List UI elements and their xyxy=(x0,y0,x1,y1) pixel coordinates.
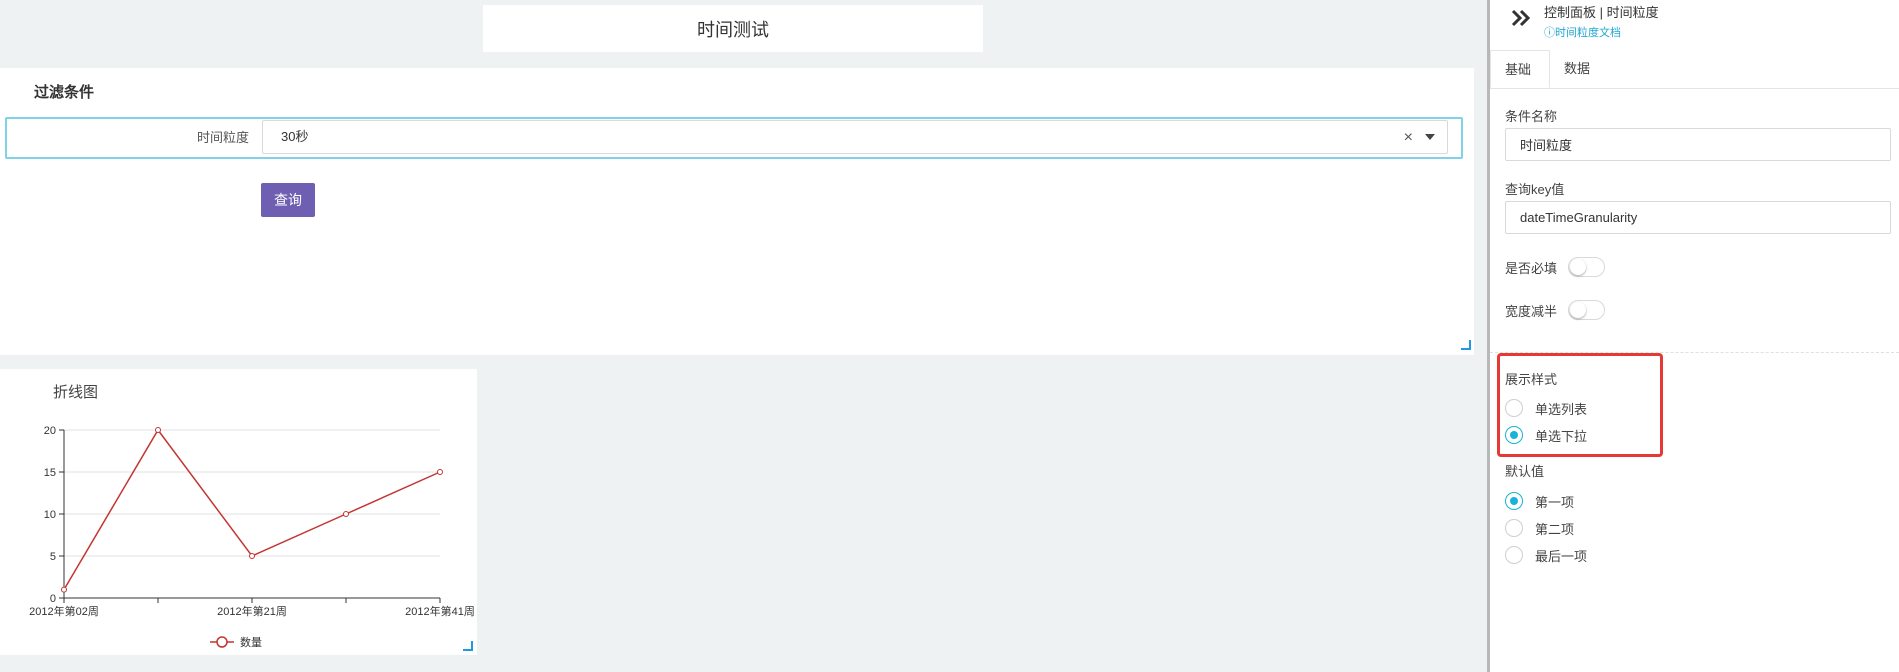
switch-knob xyxy=(1570,259,1586,275)
default-option-last[interactable]: 最后一项 xyxy=(1505,545,1587,565)
radio-checked-icon[interactable] xyxy=(1505,426,1523,444)
double-chevron-right-icon[interactable] xyxy=(1510,8,1532,28)
select-value: 30秒 xyxy=(281,129,309,144)
condition-name-input[interactable] xyxy=(1505,128,1891,161)
sidebar-title: 控制面板 | 时间粒度 xyxy=(1544,5,1659,20)
data-point xyxy=(437,469,443,475)
time-granularity-select[interactable]: 30秒 × xyxy=(262,120,1448,154)
caret-down-icon[interactable] xyxy=(1425,134,1435,140)
radio-label: 第一项 xyxy=(1535,494,1575,510)
series-line xyxy=(63,428,441,590)
data-point xyxy=(249,553,255,559)
canvas-area: 时间测试 过滤条件 时间粒度 30秒 × 查询 折线图 0 5 10 15 20 2012… xyxy=(0,0,1487,672)
resize-handle-icon[interactable] xyxy=(1461,340,1471,350)
radio-unchecked-icon[interactable] xyxy=(1505,399,1523,417)
y-tick-label: 0 xyxy=(50,593,56,605)
data-point xyxy=(343,511,349,517)
doc-link[interactable]: ⓘ时间粒度文档 xyxy=(1544,24,1621,40)
query-key-input[interactable] xyxy=(1505,201,1891,234)
sidebar-tabs: 基础 数据 xyxy=(1490,50,1899,89)
y-tick-label: 15 xyxy=(44,467,56,479)
filter-title: 过滤条件 xyxy=(34,84,95,101)
display-option-single-list[interactable]: 单选列表 xyxy=(1505,398,1587,418)
y-tick-label: 5 xyxy=(50,551,56,563)
tab-data[interactable]: 数据 xyxy=(1550,50,1604,88)
switch-knob xyxy=(1570,302,1586,318)
radio-checked-icon[interactable] xyxy=(1505,492,1523,510)
radio-label: 第二项 xyxy=(1535,521,1575,537)
radio-label: 单选下拉 xyxy=(1535,428,1588,444)
default-value-label: 默认值 xyxy=(1505,464,1545,479)
legend-label: 数量 xyxy=(240,636,262,649)
x-tick-label: 2012年第41周 xyxy=(405,604,475,618)
line-chart-panel[interactable]: 折线图 0 5 10 15 20 2012年第02周 2012年第21周 2012年第41周数… xyxy=(0,369,477,655)
clear-icon[interactable]: × xyxy=(1404,121,1413,155)
default-option-first[interactable]: 第一项 xyxy=(1505,491,1574,511)
filter-label: 时间粒度 xyxy=(196,130,249,145)
radio-unchecked-icon[interactable] xyxy=(1505,519,1523,537)
default-option-second[interactable]: 第二项 xyxy=(1505,518,1574,538)
line-chart: 0 5 10 15 20 2012年第02周 2012年第21周 2012年第41周数量 xyxy=(29,425,475,649)
y-tick-label: 10 xyxy=(44,509,56,521)
radio-label: 最后一项 xyxy=(1535,548,1588,564)
display-style-label: 展示样式 xyxy=(1505,372,1558,387)
data-point xyxy=(155,427,161,433)
condition-name-label: 条件名称 xyxy=(1505,109,1558,124)
legend-marker xyxy=(216,636,228,648)
page-title: 时间测试 xyxy=(697,19,769,40)
filter-row-time-granularity[interactable]: 时间粒度 30秒 × xyxy=(5,117,1463,159)
control-panel-sidebar: 控制面板 | 时间粒度 ⓘ时间粒度文档 基础 数据 条件名称 查询key值 是否… xyxy=(1490,0,1899,672)
half-width-label: 宽度减半 xyxy=(1505,304,1558,319)
query-key-label: 查询key值 xyxy=(1505,182,1565,197)
radio-label: 单选列表 xyxy=(1535,401,1588,417)
x-tick-label: 2012年第02周 xyxy=(29,604,99,618)
resize-handle-icon[interactable] xyxy=(463,641,473,651)
required-switch[interactable] xyxy=(1568,257,1605,277)
query-button[interactable]: 查询 xyxy=(261,183,315,217)
x-tick-label: 2012年第21周 xyxy=(217,604,287,618)
radio-unchecked-icon[interactable] xyxy=(1505,546,1523,564)
display-option-single-dropdown[interactable]: 单选下拉 xyxy=(1505,425,1587,445)
data-point xyxy=(61,586,67,593)
tab-basic[interactable]: 基础 xyxy=(1490,50,1550,88)
y-tick-label: 20 xyxy=(44,425,56,437)
filter-panel[interactable]: 过滤条件 时间粒度 30秒 × 查询 xyxy=(0,68,1474,355)
sidebar-header: 控制面板 | 时间粒度 ⓘ时间粒度文档 xyxy=(1490,0,1899,45)
required-label: 是否必填 xyxy=(1505,261,1558,276)
half-width-switch[interactable] xyxy=(1568,300,1605,320)
page-title-box[interactable]: 时间测试 xyxy=(483,5,983,52)
